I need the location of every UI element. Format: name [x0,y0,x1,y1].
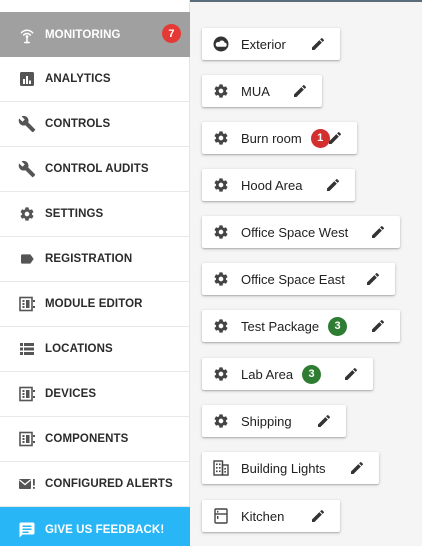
location-name: Burn room [241,130,302,146]
wrench-icon [18,160,36,178]
gear-icon [213,83,229,99]
edit-pencil-icon[interactable] [292,83,308,99]
sidebar-item-feedback[interactable]: GIVE US FEEDBACK! [0,507,190,546]
gear-icon [213,366,229,382]
sidebar-item-label: LOCATIONS [45,343,113,355]
sidebar: MONITORING 7 ANALYTICS CONTROLS CONTROL … [0,0,190,546]
module-icon [18,295,36,313]
sidebar-item-module-editor[interactable]: MODULE EDITOR [0,282,190,327]
location-name: Hood Area [241,177,303,193]
label-icon [18,250,36,268]
location-name: Kitchen [241,508,285,524]
location-card-kitchen[interactable]: Kitchen [202,500,340,532]
sidebar-item-label: MONITORING [45,28,121,41]
mail-alert-icon [18,475,36,493]
edit-pencil-icon[interactable] [310,508,326,524]
sidebar-item-controls[interactable]: CONTROLS [0,102,190,147]
location-name: Office Space East [241,271,345,287]
gear-icon [213,177,229,193]
edit-pencil-icon[interactable] [325,177,341,193]
gear-icon [213,318,229,334]
sidebar-item-control-audits[interactable]: CONTROL AUDITS [0,147,190,192]
edit-pencil-icon[interactable] [343,366,359,382]
module-icon [18,385,36,403]
location-card-exterior[interactable]: Exterior [202,28,340,60]
edit-pencil-icon[interactable] [365,271,381,287]
location-card-shipping[interactable]: Shipping [202,405,346,437]
sidebar-item-components[interactable]: COMPONENTS [0,417,190,462]
location-name: MUA [241,83,270,99]
sidebar-item-configured-alerts[interactable]: CONFIGURED ALERTS [0,462,190,507]
sidebar-item-label: CONFIGURED ALERTS [45,478,173,490]
location-name: Exterior [241,36,286,52]
sidebar-item-label: REGISTRATION [45,253,133,265]
location-name: Office Space West [241,224,349,240]
status-count-badge: 3 [328,316,348,336]
location-name: Test Package [241,318,320,334]
location-card-office-space-west[interactable]: Office Space West [202,216,400,248]
edit-pencil-icon[interactable] [349,460,365,476]
sidebar-item-monitoring[interactable]: MONITORING 7 [0,12,190,57]
sidebar-item-settings[interactable]: SETTINGS [0,192,190,237]
gear-icon [213,413,229,429]
location-card-lab-area[interactable]: Lab Area 3 [202,358,373,390]
location-card-office-space-east[interactable]: Office Space East [202,263,395,295]
monitoring-antenna-icon [18,26,36,44]
status-count-badge: 3 [302,364,322,384]
gear-icon [213,130,229,146]
sidebar-item-label: SETTINGS [45,208,104,220]
edit-pencil-icon[interactable] [370,318,386,334]
gear-icon [213,224,229,240]
edit-pencil-icon[interactable] [310,36,326,52]
location-card-mua[interactable]: MUA [202,75,322,107]
location-card-hood-area[interactable]: Hood Area [202,169,355,201]
location-card-test-package[interactable]: Test Package 3 [202,310,400,342]
analytics-icon [18,70,36,88]
location-name: Shipping [241,413,292,429]
sidebar-item-locations[interactable]: LOCATIONS [0,327,190,372]
sidebar-item-label: GIVE US FEEDBACK! [45,524,165,536]
location-card-building-lights[interactable]: Building Lights [202,452,379,484]
sidebar-item-label: MODULE EDITOR [45,298,143,310]
sidebar-item-label: ANALYTICS [45,73,111,85]
gear-icon [213,271,229,287]
alert-count-badge: 7 [162,24,181,43]
list-icon [18,340,36,358]
kitchen-icon [213,508,229,524]
sidebar-item-label: CONTROL AUDITS [45,163,149,175]
edit-pencil-icon[interactable] [316,413,332,429]
location-name: Lab Area [241,366,294,382]
gear-icon [18,205,36,223]
sidebar-item-label: COMPONENTS [45,433,129,445]
edit-pencil-icon[interactable] [327,130,343,146]
sidebar-item-label: DEVICES [45,388,97,400]
location-card-burn-room[interactable]: Burn room 1 [202,122,357,154]
sidebar-item-analytics[interactable]: ANALYTICS [0,57,190,102]
edit-pencil-icon[interactable] [370,224,386,240]
location-name: Building Lights [241,460,326,476]
building-icon [213,460,229,476]
sidebar-item-registration[interactable]: REGISTRATION [0,237,190,282]
wrench-icon [18,115,36,133]
sidebar-item-devices[interactable]: DEVICES [0,372,190,417]
module-icon [18,430,36,448]
feedback-icon [18,521,36,539]
sidebar-item-label: CONTROLS [45,118,111,130]
cloud-icon [213,36,229,52]
